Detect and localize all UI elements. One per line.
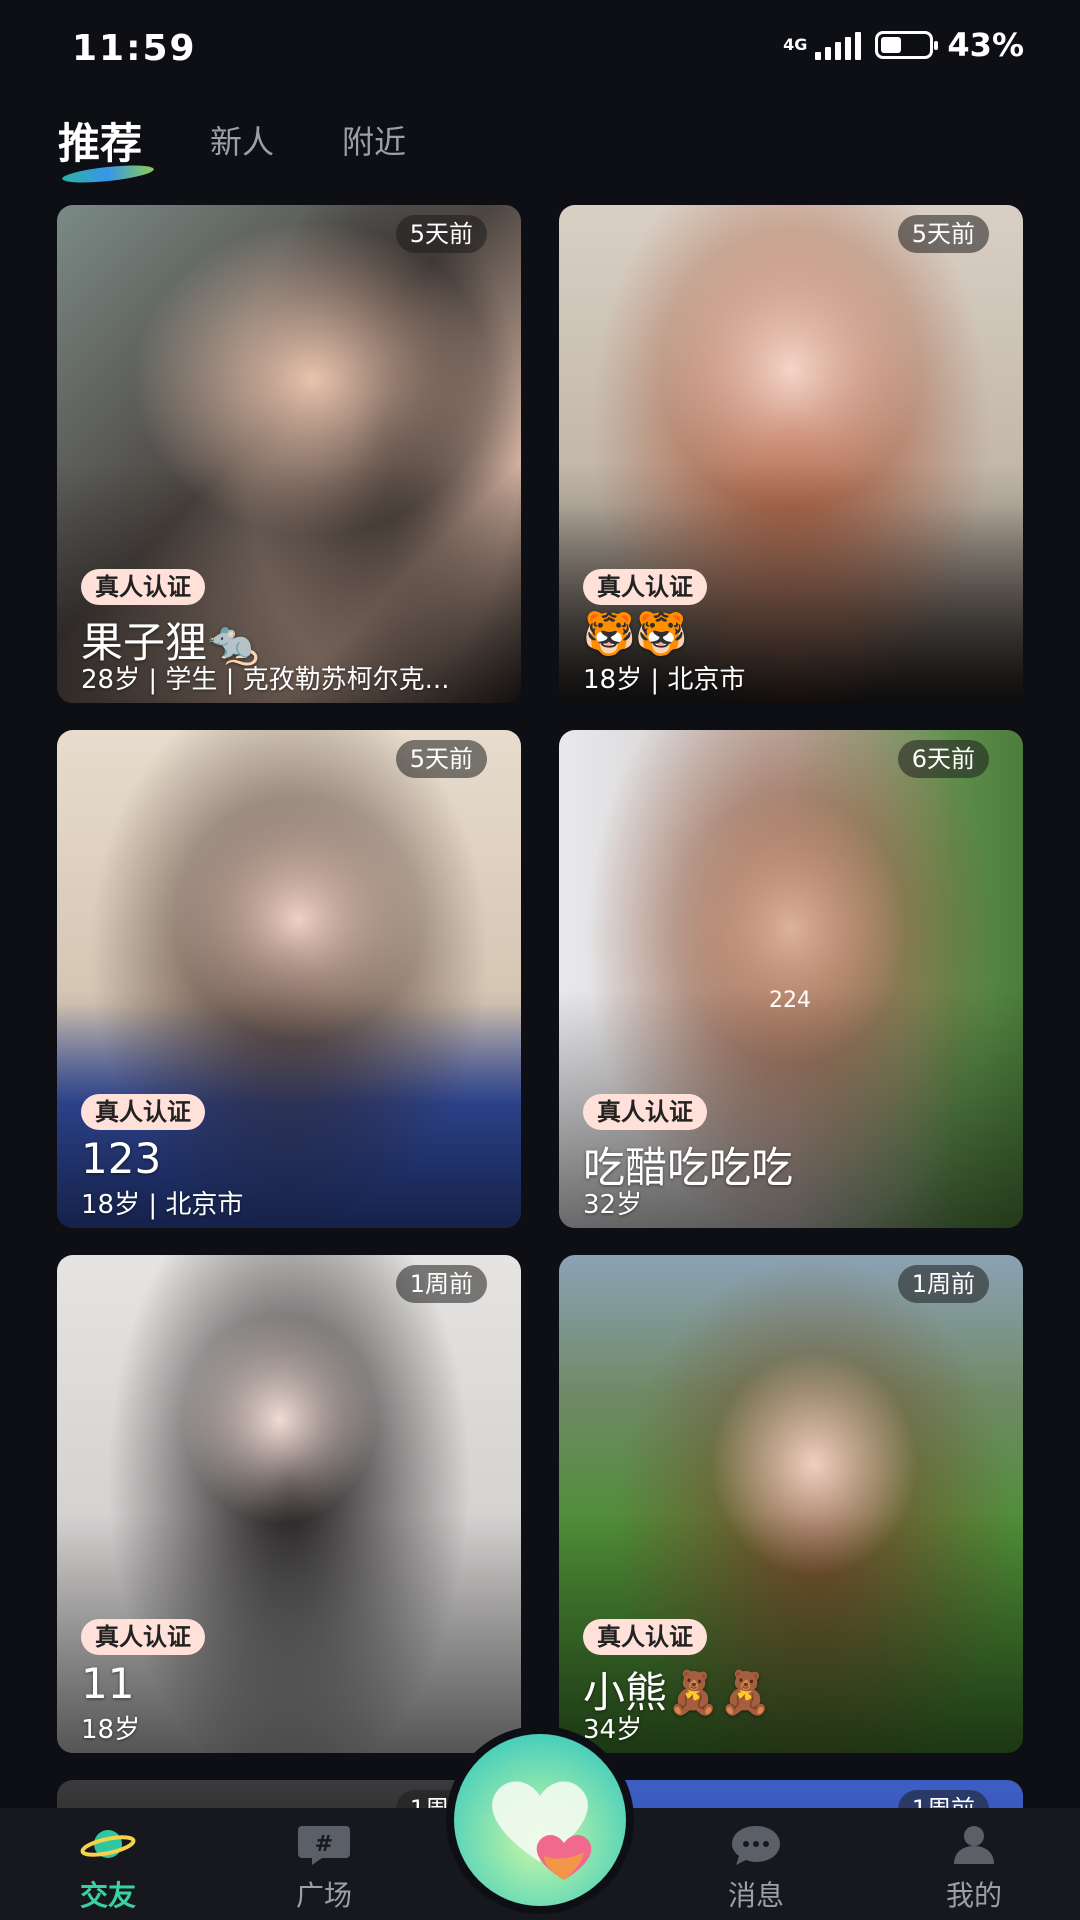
post-time-badge: 5天前 xyxy=(395,740,487,778)
post-time-badge: 5天前 xyxy=(897,215,989,253)
nav-label: 我的 xyxy=(945,1879,1002,1912)
profile-meta: 18岁 | 北京市 xyxy=(583,665,746,695)
photo-overlay-text: 224 xyxy=(769,988,811,1013)
heart-match-icon xyxy=(492,1781,592,1880)
profile-meta: 18岁 | 北京市 xyxy=(81,1190,244,1220)
nav-item-friends[interactable]: 交友 xyxy=(38,1808,178,1920)
profile-icon xyxy=(954,1826,994,1864)
nickname: 11 xyxy=(81,1659,135,1708)
post-time-badge: 5天前 xyxy=(395,215,487,253)
nav-item-messages[interactable]: 消息 xyxy=(686,1808,826,1920)
planet-icon xyxy=(80,1830,136,1858)
nav-item-plaza[interactable]: # 广场 xyxy=(254,1808,394,1920)
nav-label: 交友 xyxy=(79,1879,136,1912)
verified-badge: 真人认证 xyxy=(81,1094,205,1130)
post-time-badge: 6天前 xyxy=(897,740,989,778)
hash-chat-icon: # xyxy=(298,1826,350,1865)
profile-meta: 28岁 | 学生 | 克孜勒苏柯尔克... xyxy=(81,665,450,695)
profile-meta: 18岁 xyxy=(81,1715,141,1745)
verified-badge: 真人认证 xyxy=(583,569,707,605)
nickname: 🐯🐯 xyxy=(583,609,688,658)
nav-label: 消息 xyxy=(727,1879,784,1912)
verified-badge: 真人认证 xyxy=(583,1619,707,1655)
verified-badge: 真人认证 xyxy=(583,1094,707,1130)
profile-card[interactable]: 5天前 真人认证 果子狸🐀 28岁 | 学生 | 克孜勒苏柯尔克... xyxy=(57,205,521,703)
profile-card[interactable]: 1周前 真人认证 小熊🧸🧸 34岁 xyxy=(559,1255,1023,1753)
verified-badge: 真人认证 xyxy=(81,569,205,605)
nav-label: 广场 xyxy=(295,1879,352,1912)
profile-card[interactable]: 5天前 真人认证 🐯🐯 18岁 | 北京市 xyxy=(559,205,1023,703)
profile-card[interactable]: 6天前 224 真人认证 吃醋吃吃吃 32岁 xyxy=(559,730,1023,1228)
nickname: 123 xyxy=(81,1134,162,1183)
svg-text:#: # xyxy=(315,1832,333,1857)
profile-feed: 5天前 真人认证 果子狸🐀 28岁 | 学生 | 克孜勒苏柯尔克... 5天前 … xyxy=(0,0,1080,1920)
profile-card[interactable]: 5天前 真人认证 123 18岁 | 北京市 xyxy=(57,730,521,1228)
profile-card[interactable]: 1周前 真人认证 11 18岁 xyxy=(57,1255,521,1753)
match-button[interactable] xyxy=(446,1726,634,1914)
post-time-badge: 1周前 xyxy=(897,1265,989,1303)
post-time-badge: 1周前 xyxy=(395,1265,487,1303)
verified-badge: 真人认证 xyxy=(81,1619,205,1655)
nav-item-profile[interactable]: 我的 xyxy=(904,1808,1044,1920)
profile-meta: 32岁 xyxy=(583,1190,643,1220)
message-icon xyxy=(732,1826,780,1865)
